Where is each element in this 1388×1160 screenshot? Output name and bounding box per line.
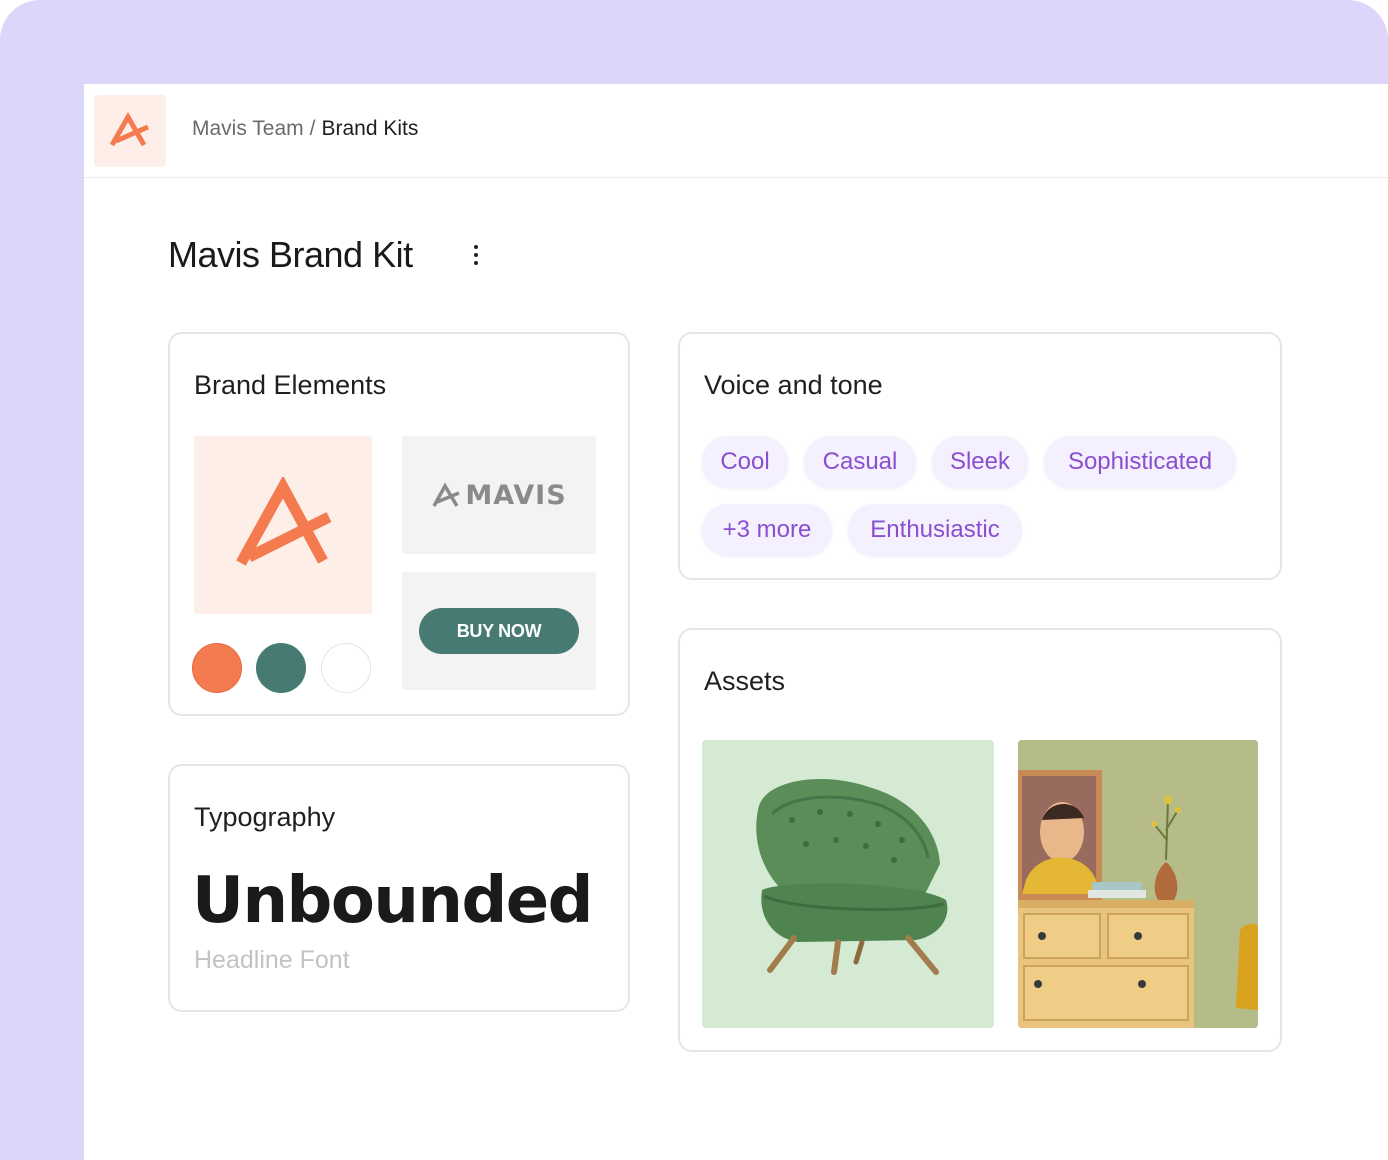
armchair-icon [756,779,948,975]
color-swatch-orange[interactable] [192,643,242,693]
more-options-icon[interactable] [464,242,488,268]
mavis-mark-icon [432,482,460,507]
brand-elements-card: Brand Elements MAVIS BUY NOW [168,332,630,716]
wordmark-text: MAVIS [465,479,567,511]
page-title: Mavis Brand Kit [168,234,413,275]
dresser-scene-icon [1018,740,1258,1028]
dresser-with-painting-image[interactable] [1018,740,1258,1028]
logo-tile[interactable] [194,436,372,614]
brand-elements-title: Brand Elements [194,370,387,400]
typography-card: Typography Unbounded Headline Font [168,764,630,1012]
breadcrumb: Mavis Team / Brand Kits [192,117,418,141]
breadcrumb-parent[interactable]: Mavis Team [192,117,304,141]
mavis-logo-icon [109,111,150,147]
color-swatch-teal[interactable] [256,643,306,693]
assets-title: Assets [704,666,786,696]
voice-and-tone-title: Voice and tone [704,370,883,400]
mavis-logo-icon [236,477,332,566]
tone-tag[interactable]: Cool [702,436,788,488]
app-logo[interactable] [94,95,166,167]
green-armchair-image[interactable] [702,740,994,1028]
typography-title: Typography [194,802,336,832]
tone-tag[interactable]: Sleek [932,436,1028,488]
assets-card: Assets [678,628,1282,1052]
tone-tag[interactable]: Sophisticated [1044,436,1236,488]
color-swatch-white[interactable] [321,643,371,693]
app-window: Mavis Team / Brand Kits Mavis Brand Kit … [84,84,1388,1160]
breadcrumb-current: Brand Kits [321,117,419,140]
breadcrumb-separator: / [309,117,316,140]
wordmark-tile[interactable]: MAVIS [402,436,596,554]
tone-tag[interactable]: Enthusiastic [848,504,1022,556]
top-bar: Mavis Team / Brand Kits [84,84,1388,178]
background-frame: Mavis Team / Brand Kits Mavis Brand Kit … [0,0,1388,1160]
font-role-label: Headline Font [194,946,350,974]
tone-tag[interactable]: Casual [804,436,916,488]
button-style-tile: BUY NOW [402,572,596,690]
more-tags-chip[interactable]: +3 more [702,504,832,556]
buy-now-button[interactable]: BUY NOW [419,608,579,654]
font-sample: Unbounded [192,864,593,938]
voice-and-tone-card: Voice and tone Cool Casual Sleek Sophist… [678,332,1282,580]
